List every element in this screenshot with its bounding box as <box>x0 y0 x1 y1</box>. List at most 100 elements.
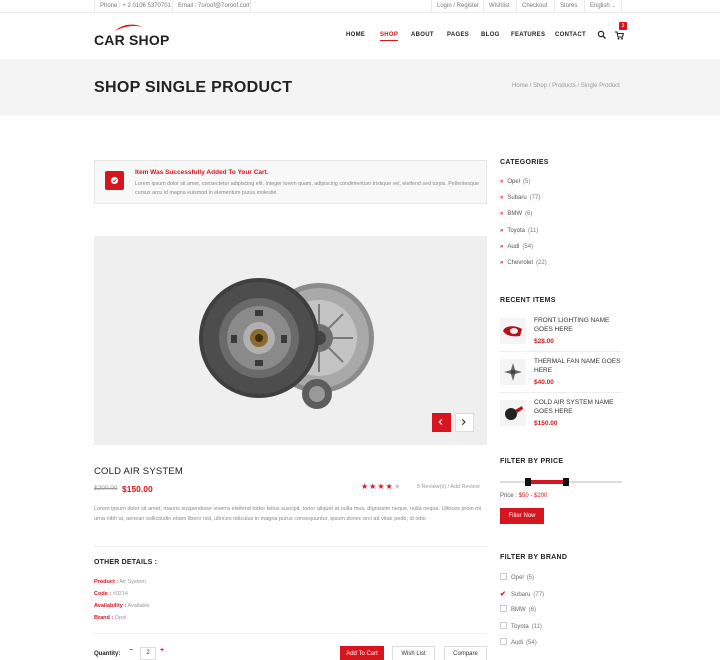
chevron-right-icon: » <box>500 260 504 266</box>
category-count: (22) <box>536 260 547 266</box>
page-title-band: SHOP SINGLE PRODUCT Home / Shop / Produc… <box>0 59 720 115</box>
add-review-link[interactable]: Add Review <box>450 484 479 490</box>
nav-features[interactable]: FEATURES <box>511 32 545 38</box>
chevron-right-icon: » <box>500 244 504 250</box>
divider <box>500 351 622 352</box>
quantity-decrease-button[interactable]: − <box>129 647 133 654</box>
recent-item-price: $40.00 <box>534 379 554 386</box>
nav-shop[interactable]: SHOP <box>380 32 399 41</box>
brand-name: BMW <box>511 607 526 614</box>
detail-availability: Availability : Available <box>94 603 150 609</box>
category-name: Subaru <box>507 195 527 201</box>
chevron-right-icon <box>461 418 466 426</box>
check-icon <box>105 171 124 190</box>
recent-item-name[interactable]: COLD AIR SYSTEM NAME GOES HERE <box>534 398 624 416</box>
brand-filter-item[interactable]: ✔ Subaru (77) <box>500 590 544 598</box>
headlight-image <box>503 326 522 337</box>
detail-value: Air System <box>119 579 146 585</box>
divider <box>500 392 622 393</box>
product-rating: ★★★★★ <box>361 482 402 491</box>
topbar-divider <box>250 0 251 13</box>
cart-icon[interactable] <box>614 30 624 40</box>
gallery-prev-button[interactable] <box>432 413 451 432</box>
category-item[interactable]: » Audi (54) <box>500 244 533 250</box>
quantity-increase-button[interactable]: + <box>160 647 164 654</box>
brand-name: Opel <box>511 575 524 582</box>
recent-item-thumbnail[interactable] <box>500 318 526 344</box>
filter-brand-title: FILTER BY BRAND <box>500 554 568 561</box>
recent-item-name[interactable]: THERMAL FAN NAME GOES HERE <box>534 357 624 375</box>
nav-pages[interactable]: PAGES <box>447 32 469 38</box>
brand-count: (54) <box>526 640 537 647</box>
add-to-cart-button[interactable]: Add To Cart <box>340 646 384 660</box>
category-item[interactable]: » Chevrolet (22) <box>500 260 547 266</box>
topbar-login-link[interactable]: Login / Register <box>431 0 484 13</box>
topbar-email[interactable]: Email : 7oroof@7oroof.com <box>172 0 256 13</box>
wish-list-button[interactable]: Wish List <box>392 646 435 660</box>
topbar-stores-link[interactable]: Stores <box>554 0 582 13</box>
nav-about[interactable]: ABOUT <box>411 32 434 38</box>
chevron-right-icon: » <box>500 228 504 234</box>
product-description: Lorem ipsum dolor sit amet, mauris suspe… <box>94 506 482 522</box>
breadcrumb-shop[interactable]: Shop <box>533 83 547 89</box>
brand-count: (6) <box>528 607 537 614</box>
recent-item-name[interactable]: FRONT LIGHTING NAME GOES HERE <box>534 316 624 334</box>
gallery-next-button[interactable] <box>455 413 474 432</box>
detail-label: Brand : <box>94 615 114 621</box>
detail-value: Available <box>127 603 150 609</box>
car-swoosh-icon <box>115 24 143 31</box>
compare-button[interactable]: Compare <box>444 646 487 660</box>
breadcrumb-home[interactable]: Home <box>512 83 528 89</box>
breadcrumb: Home / Shop / Products / Single Product <box>512 83 620 89</box>
checkmark-icon[interactable]: ✔ <box>500 590 507 598</box>
quantity-input[interactable]: 2 <box>140 647 156 660</box>
brand-count: (77) <box>533 592 545 598</box>
nav-blog[interactable]: BLOG <box>481 32 500 38</box>
quantity-label: Quantity: <box>94 651 121 657</box>
review-links: 5 Review(s) / Add Review <box>417 484 480 490</box>
filter-price-title: FILTER BY PRICE <box>500 458 564 465</box>
nav-home[interactable]: HOME <box>346 32 365 38</box>
detail-label: Code : <box>94 591 112 597</box>
category-item[interactable]: » Opel (5) <box>500 179 530 185</box>
recent-item-thumbnail[interactable] <box>500 400 526 426</box>
price-slider-min-handle[interactable] <box>525 478 531 486</box>
category-item[interactable]: » Subaru (77) <box>500 195 540 201</box>
page-title: SHOP SINGLE PRODUCT <box>94 79 293 96</box>
search-icon[interactable] <box>597 30 607 40</box>
price-slider-max-handle[interactable] <box>563 478 569 486</box>
filter-now-button[interactable]: Filter Now <box>500 508 544 524</box>
chevron-right-icon: » <box>500 179 504 185</box>
detail-label: Availability : <box>94 603 127 609</box>
price-range-label: Price : <box>500 493 518 499</box>
brand-filter-item[interactable]: BMW (6) <box>500 605 537 614</box>
review-count-link[interactable]: 5 Review(s) <box>417 484 446 490</box>
star-icon: ★ <box>377 482 386 491</box>
category-item[interactable]: » BMW (6) <box>500 211 532 217</box>
brand-filter-item[interactable]: Audi (54) <box>500 638 537 647</box>
language-label: English <box>590 3 610 9</box>
alert-body: Lorem ipsum dolor sit amet, consectetur … <box>135 181 479 196</box>
language-selector[interactable]: English ⌄ <box>584 0 622 13</box>
chevron-down-icon: ⌄ <box>611 3 616 9</box>
brand-filter-item[interactable]: Toyota (11) <box>500 622 542 630</box>
star-icon: ★ <box>361 482 370 491</box>
breadcrumb-products[interactable]: Products <box>552 83 576 89</box>
breadcrumb-current: Single Product <box>580 83 620 89</box>
price-slider-range <box>528 480 566 484</box>
nav-contact[interactable]: CONTACT <box>555 32 586 38</box>
recent-item-thumbnail[interactable] <box>500 359 526 385</box>
brand-filter-item[interactable]: Opel (5) <box>500 573 534 582</box>
category-item[interactable]: » Toyota (11) <box>500 228 538 234</box>
star-empty-icon: ★ <box>393 482 402 491</box>
topbar-wishlist-link[interactable]: Wishlist <box>483 0 515 13</box>
checkbox-unchecked[interactable] <box>500 573 507 580</box>
product-image-gallery <box>94 236 487 445</box>
checkbox-unchecked[interactable] <box>500 605 507 612</box>
detail-value: Opel <box>114 615 127 621</box>
checkbox-unchecked[interactable] <box>500 622 507 629</box>
alert-title: Item Was Successfully Added To Your Cart… <box>135 169 269 176</box>
checkbox-unchecked[interactable] <box>500 638 507 645</box>
topbar-checkout-link[interactable]: Checkout <box>516 0 552 13</box>
site-logo[interactable]: CAR SHOP <box>94 32 170 48</box>
